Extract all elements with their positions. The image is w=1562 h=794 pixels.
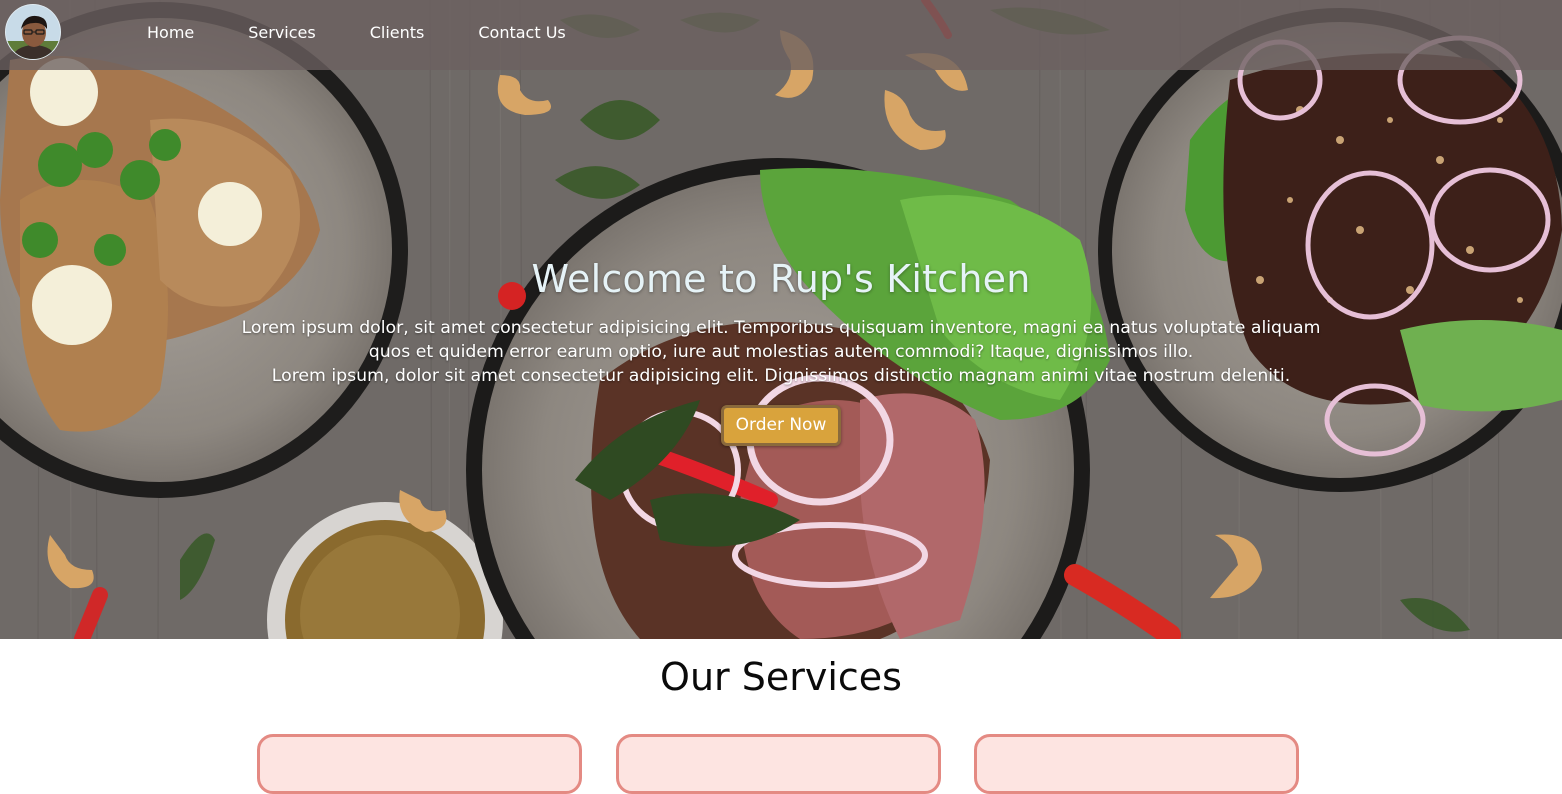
nav-home-link[interactable]: Home: [120, 23, 221, 42]
service-card[interactable]: [257, 734, 582, 794]
nav-services-link[interactable]: Services: [221, 23, 342, 42]
navbar: Home Services Clients Contact Us: [0, 0, 1562, 70]
services-title: Our Services: [660, 655, 902, 699]
services-section: Our Services: [0, 639, 1562, 794]
order-now-button[interactable]: Order Now: [720, 405, 842, 446]
nav-contact-link[interactable]: Contact Us: [451, 23, 592, 42]
hero-description: Lorem ipsum dolor, sit amet consectetur …: [186, 316, 1376, 388]
avatar[interactable]: [5, 4, 61, 60]
hero-content: Welcome to Rup's Kitchen Lorem ipsum dol…: [0, 250, 1562, 446]
hero-section: Home Services Clients Contact Us Welcome…: [0, 0, 1562, 639]
hero-title: Welcome to Rup's Kitchen: [531, 257, 1031, 301]
nav-links: Home Services Clients Contact Us: [120, 20, 593, 44]
service-card[interactable]: [616, 734, 941, 794]
profile-photo-icon: [6, 5, 60, 59]
nav-clients-link[interactable]: Clients: [343, 23, 452, 42]
hero-description-line: quos et quidem error earum optio, iure a…: [368, 342, 1194, 362]
hero-description-line: Lorem ipsum dolor, sit amet consectetur …: [241, 318, 1321, 338]
hero-description-line: Lorem ipsum, dolor sit amet consectetur …: [271, 366, 1291, 386]
service-card[interactable]: [974, 734, 1299, 794]
